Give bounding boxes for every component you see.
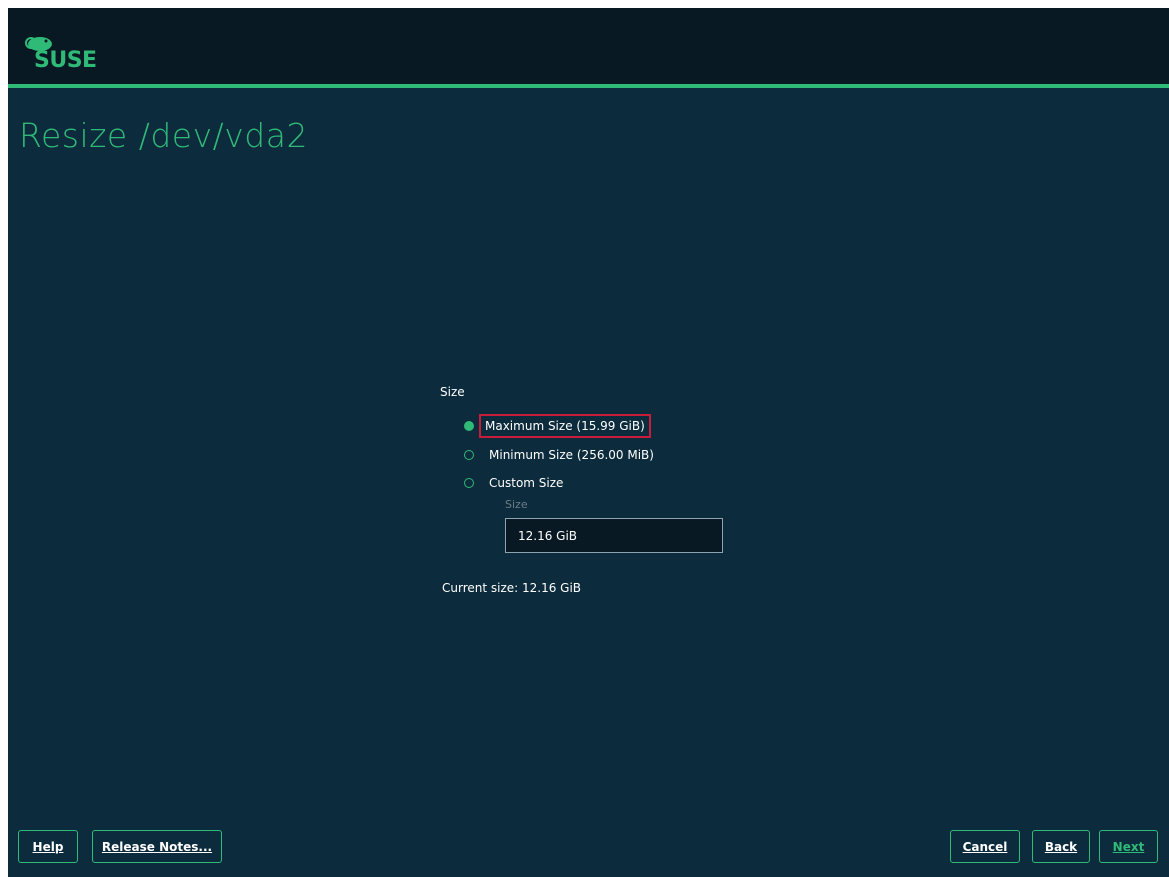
radio-maximum-size[interactable]: Maximum Size (15.99 GiB) (464, 414, 651, 438)
radio-button-checked[interactable] (464, 421, 474, 431)
radio-minimum-size[interactable]: Minimum Size (256.00 MiB) (464, 444, 660, 466)
custom-size-label: Size (505, 498, 528, 511)
radio-custom-size[interactable]: Custom Size (464, 472, 569, 494)
radio-label-minimum-size[interactable]: Minimum Size (256.00 MiB) (483, 443, 660, 467)
custom-size-input[interactable]: 12.16 GiB (505, 518, 723, 553)
page-title: Resize /dev/vda2 (19, 116, 308, 155)
installer-window: SUSE Resize /dev/vda2 Size Maximum Size … (8, 8, 1169, 877)
size-frame-label: Size (440, 385, 465, 399)
logo-text: SUSE (34, 48, 97, 73)
release-notes-button[interactable]: Release Notes... (92, 830, 222, 863)
current-size-text: Current size: 12.16 GiB (442, 581, 582, 595)
radio-button-unchecked[interactable] (464, 450, 474, 460)
suse-logo: SUSE (24, 34, 108, 74)
radio-button-unchecked[interactable] (464, 478, 474, 488)
header-divider (8, 84, 1169, 88)
radio-label-maximum-size[interactable]: Maximum Size (15.99 GiB) (479, 414, 651, 438)
back-button[interactable]: Back (1032, 830, 1090, 863)
radio-label-custom-size[interactable]: Custom Size (483, 471, 569, 495)
help-button[interactable]: Help (18, 830, 78, 863)
top-bar: SUSE (8, 8, 1169, 84)
next-button[interactable]: Next (1099, 830, 1158, 863)
custom-size-value: 12.16 GiB (518, 528, 578, 543)
cancel-button[interactable]: Cancel (950, 830, 1020, 863)
